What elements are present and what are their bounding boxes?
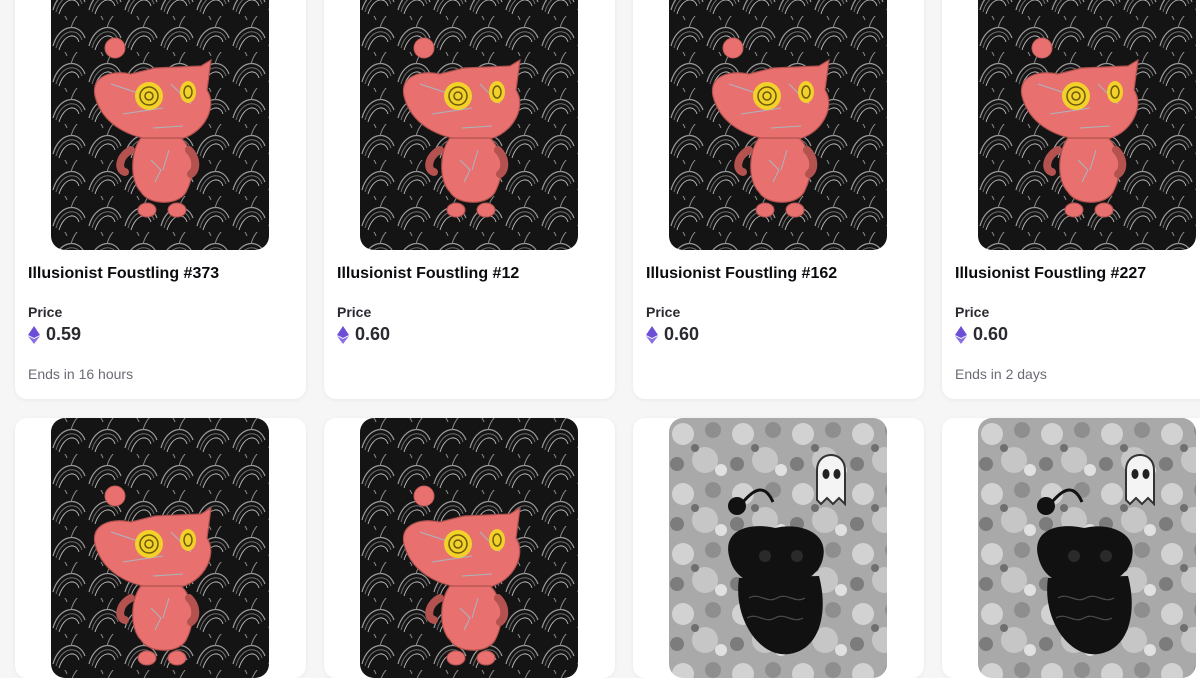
nft-title[interactable]: Illusionist Foustling #227 — [955, 265, 1146, 283]
nft-artwork-image[interactable] — [51, 0, 269, 250]
nft-card[interactable] — [633, 418, 924, 678]
price-row: 0.60 — [646, 324, 699, 345]
nft-title[interactable]: Illusionist Foustling #162 — [646, 265, 837, 283]
nft-artwork-image[interactable] — [978, 0, 1196, 250]
price-value: 0.60 — [664, 324, 700, 344]
nft-artwork-image[interactable] — [51, 418, 269, 678]
nft-artwork-image[interactable] — [978, 418, 1196, 678]
nft-card[interactable]: Illusionist Foustling #373 Price 0.59 En… — [15, 0, 306, 399]
ethereum-icon — [955, 325, 967, 344]
price-row: 0.60 — [337, 324, 390, 345]
nft-card[interactable] — [324, 418, 615, 678]
nft-artwork-image[interactable] — [669, 418, 887, 678]
price-label: Price — [28, 304, 63, 320]
price-row: 0.59 — [28, 324, 81, 345]
auction-end-text: Ends in 16 hours — [28, 366, 134, 382]
nft-artwork-image[interactable] — [360, 0, 578, 250]
nft-card[interactable] — [15, 418, 306, 678]
price-label: Price — [955, 304, 990, 320]
ethereum-icon — [337, 325, 349, 344]
price-value: 0.60 — [973, 324, 1009, 344]
price-row: 0.60 — [955, 324, 1008, 345]
ethereum-icon — [646, 325, 658, 344]
nft-card[interactable]: Illusionist Foustling #227 Price 0.60 En… — [942, 0, 1200, 399]
nft-title[interactable]: Illusionist Foustling #373 — [28, 265, 219, 283]
nft-artwork-image[interactable] — [360, 418, 578, 678]
price-label: Price — [337, 304, 372, 320]
nft-title[interactable]: Illusionist Foustling #12 — [337, 265, 519, 283]
price-value: 0.59 — [46, 324, 82, 344]
nft-card[interactable]: Illusionist Foustling #12 Price 0.60 — [324, 0, 615, 399]
nft-artwork-image[interactable] — [669, 0, 887, 250]
nft-card[interactable]: Illusionist Foustling #162 Price 0.60 — [633, 0, 924, 399]
price-label: Price — [646, 304, 681, 320]
auction-end-text: Ends in 2 days — [955, 366, 1047, 382]
nft-card[interactable] — [942, 418, 1200, 678]
price-value: 0.60 — [355, 324, 391, 344]
ethereum-icon — [28, 325, 40, 344]
